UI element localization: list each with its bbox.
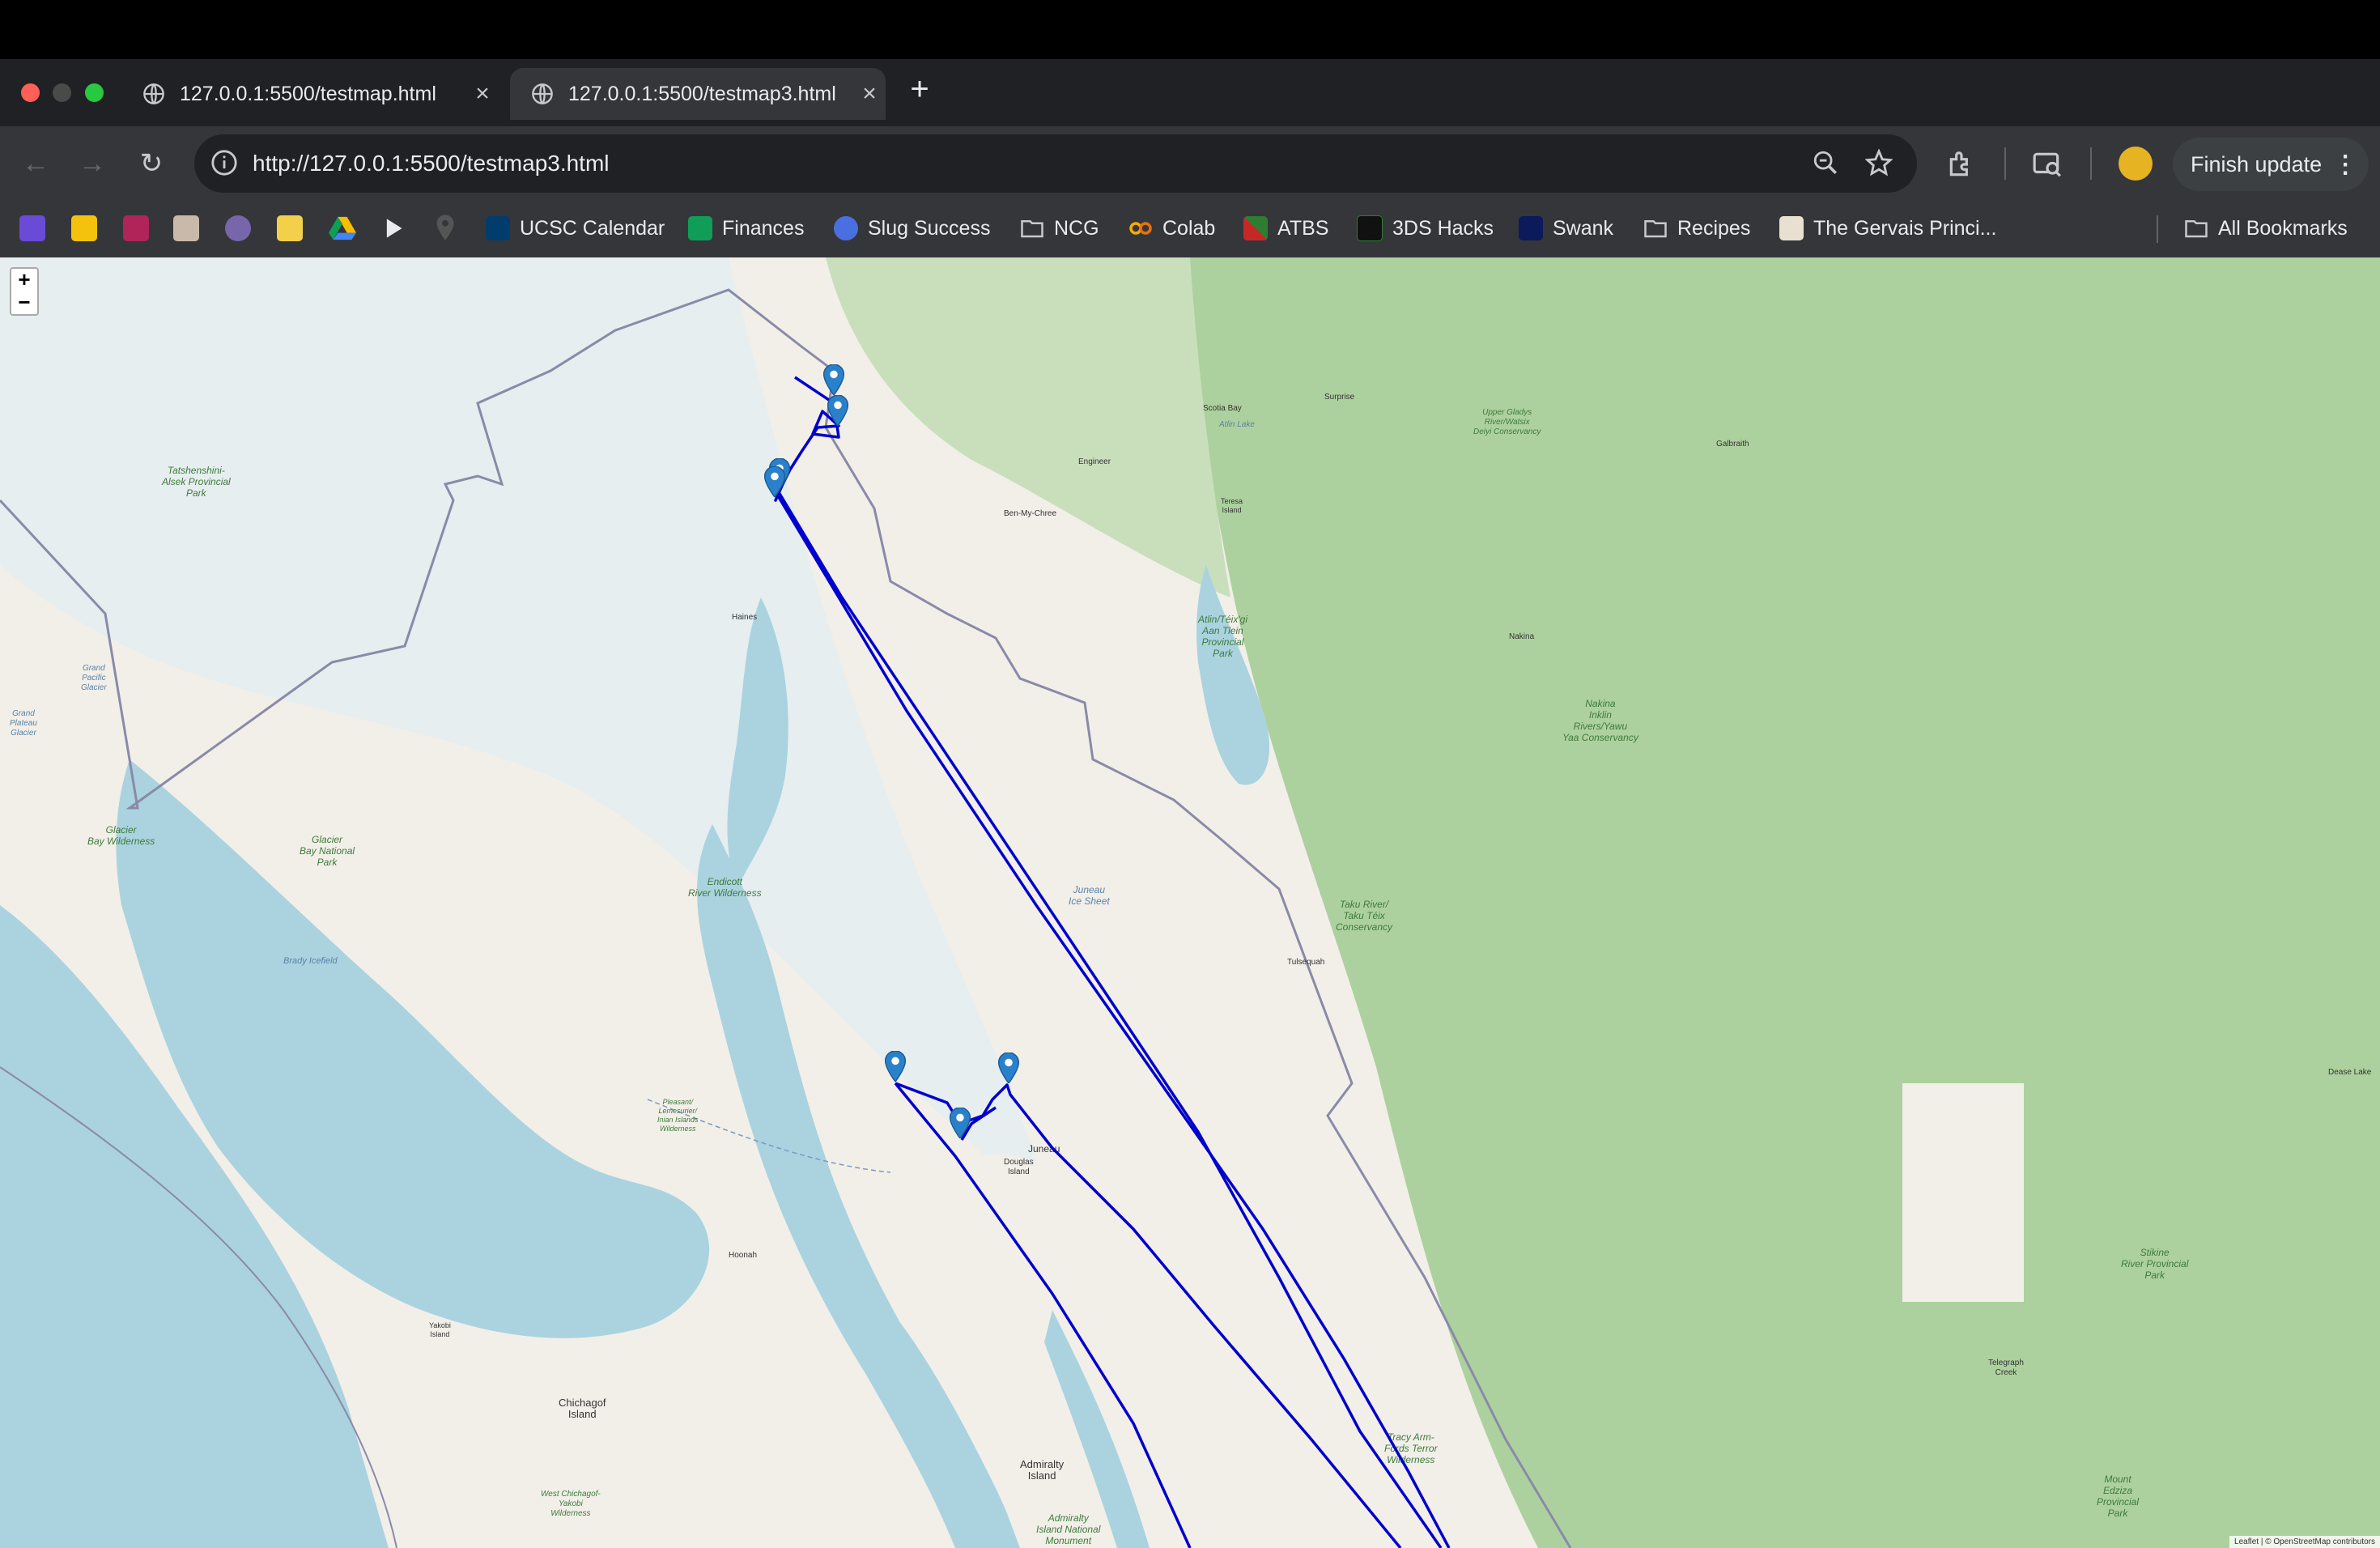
finish-update-button[interactable]: Finish update ⋮: [2173, 138, 2369, 191]
bookmark-favicon-6[interactable]: [277, 215, 303, 241]
close-tab-icon[interactable]: ×: [466, 80, 499, 108]
bookmark-ncg[interactable]: NCG: [1020, 209, 1099, 248]
bookmark-label: Recipes: [1677, 216, 1751, 240]
map-viewport[interactable]: Tatshenshini- Alsek Provincial Park Glac…: [0, 257, 2380, 1548]
bookmark-slug-success[interactable]: Slug Success: [834, 209, 990, 248]
route-line: [895, 1082, 1402, 1548]
3ds-icon: [1357, 215, 1383, 241]
bookmark-favicon-3[interactable]: [123, 215, 149, 241]
slug-success-icon: [834, 216, 858, 240]
close-window-button[interactable]: [21, 83, 40, 102]
new-tab-button[interactable]: +: [900, 71, 939, 108]
toolbar-divider: [2090, 147, 2092, 180]
globe-icon: [143, 83, 164, 104]
bookmark-label: Swank: [1553, 216, 1614, 240]
folder-icon: [1021, 220, 1043, 238]
page-icon: [1779, 216, 1804, 240]
route-overlay: [772, 376, 1451, 1548]
map-marker-icon[interactable]: [827, 395, 848, 426]
globe-icon: [532, 83, 553, 104]
extensions-icon[interactable]: [1946, 149, 1977, 180]
url-text: http://127.0.0.1:5500/testmap3.html: [253, 151, 610, 176]
bookmark-atbs[interactable]: ATBS: [1243, 209, 1328, 248]
reload-button[interactable]: ↻: [132, 144, 171, 183]
route-line: [774, 376, 1443, 1548]
address-bar[interactable]: http://127.0.0.1:5500/testmap3.html: [194, 134, 1917, 193]
bookmark-label: Colab: [1162, 216, 1216, 240]
bookmark-swank[interactable]: Swank: [1519, 209, 1613, 248]
finish-update-label: Finish update: [2191, 151, 2323, 176]
bookmark-gervais[interactable]: The Gervais Princi...: [1779, 209, 1996, 248]
maximize-window-button[interactable]: [85, 83, 104, 102]
tab-title: 127.0.0.1:5500/testmap3.html: [568, 82, 836, 105]
map-marker-icon[interactable]: [950, 1108, 971, 1138]
atbs-icon: [1243, 216, 1268, 240]
map-marker-icon[interactable]: [823, 364, 844, 395]
bookmark-label: NCG: [1054, 216, 1099, 240]
bookmark-favicon-2[interactable]: [71, 215, 97, 241]
bookmark-favicon-4[interactable]: [173, 215, 199, 241]
minimize-window-button[interactable]: [53, 83, 71, 102]
tab-title: 127.0.0.1:5500/testmap.html: [180, 82, 436, 105]
map-marker-icon[interactable]: [998, 1053, 1019, 1083]
swank-icon: [1519, 216, 1543, 240]
map-marker-icon[interactable]: [764, 466, 785, 497]
site-info-icon[interactable]: [210, 149, 238, 176]
google-drive-icon[interactable]: [329, 215, 356, 241]
bookmark-favicon-1[interactable]: [19, 215, 45, 241]
colab-icon: [1129, 222, 1152, 235]
bookmark-star-icon[interactable]: [1865, 149, 1893, 176]
bookmark-favicon-5[interactable]: [225, 215, 251, 241]
tab-testmap3[interactable]: 127.0.0.1:5500/testmap3.html ×: [510, 68, 886, 120]
profile-avatar[interactable]: [2119, 147, 2153, 181]
bookmark-label: The Gervais Princi...: [1813, 216, 1997, 240]
play-icon[interactable]: [382, 217, 405, 240]
forward-button[interactable]: →: [73, 144, 112, 183]
sheets-icon: [688, 216, 712, 240]
zoom-icon[interactable]: [1812, 149, 1839, 176]
location-pin-icon[interactable]: [434, 214, 457, 241]
tab-search-icon[interactable]: [2032, 149, 2063, 180]
back-button[interactable]: ←: [16, 144, 55, 183]
bookmark-3ds-hacks[interactable]: 3DS Hacks: [1357, 209, 1494, 248]
bookmark-label: 3DS Hacks: [1392, 216, 1494, 240]
bookmark-label: UCSC Calendar: [520, 216, 665, 240]
map-marker-icon[interactable]: [885, 1051, 906, 1082]
menu-dots-icon: ⋮: [2333, 151, 2358, 178]
all-bookmarks-button[interactable]: All Bookmarks: [2184, 209, 2348, 248]
close-tab-icon[interactable]: ×: [853, 80, 886, 108]
bookmark-ucsc-calendar[interactable]: UCSC Calendar: [486, 209, 665, 248]
tab-testmap[interactable]: 127.0.0.1:5500/testmap.html ×: [121, 68, 499, 120]
ucsc-icon: [486, 216, 510, 240]
bookmark-colab[interactable]: Colab: [1128, 209, 1215, 248]
bookmark-label: Slug Success: [868, 216, 991, 240]
map-attribution[interactable]: Leaflet | © OpenStreetMap contributors: [2229, 1536, 2380, 1548]
all-bookmarks-label: All Bookmarks: [2218, 216, 2348, 240]
folder-icon: [2185, 220, 2208, 238]
folder-icon: [1644, 220, 1667, 238]
bookmark-label: Finances: [722, 216, 805, 240]
bookmark-label: ATBS: [1277, 216, 1329, 240]
bookmark-finances[interactable]: Finances: [688, 209, 804, 248]
zoom-out-button[interactable]: −: [10, 291, 39, 316]
toolbar-divider: [2004, 147, 2006, 180]
route-line: [894, 1082, 1192, 1548]
bookmarks-divider: [2157, 215, 2158, 243]
bookmark-recipes[interactable]: Recipes: [1643, 209, 1750, 248]
